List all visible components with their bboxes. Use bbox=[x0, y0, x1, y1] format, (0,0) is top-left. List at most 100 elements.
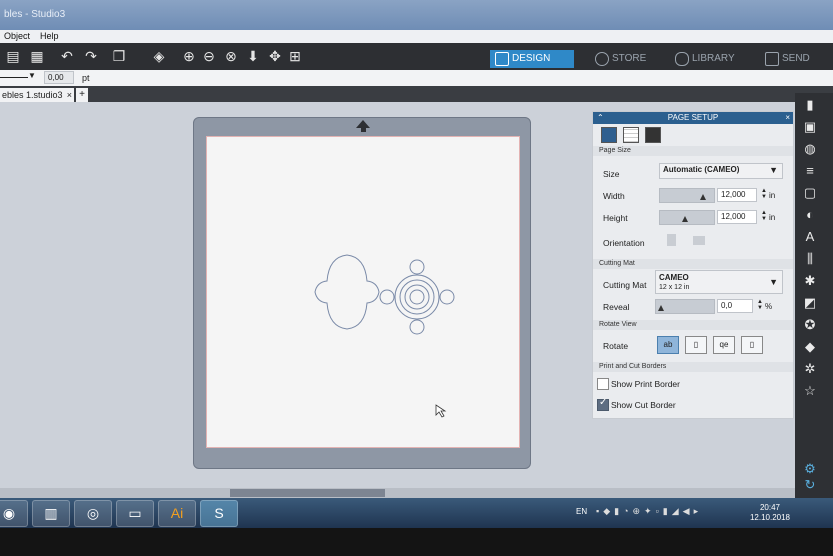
copy-icon[interactable]: ▤ bbox=[4, 47, 22, 65]
page-canvas[interactable] bbox=[206, 136, 520, 448]
shadow-icon[interactable]: ◐ bbox=[801, 207, 819, 223]
page-setup-tab-icon[interactable] bbox=[601, 127, 617, 143]
undo-icon[interactable]: ↶ bbox=[58, 47, 76, 65]
redo-icon[interactable]: ↷ bbox=[82, 47, 100, 65]
text-style-icon[interactable]: A bbox=[801, 229, 819, 245]
add-page-icon[interactable]: ⊞ bbox=[286, 47, 304, 65]
line-style-bar: ▼ 0,00 pt bbox=[0, 70, 833, 86]
cutting-mat bbox=[193, 117, 531, 469]
gear-icon[interactable]: ⚙ bbox=[801, 461, 819, 477]
height-slider[interactable] bbox=[659, 210, 715, 225]
size-select[interactable]: Automatic (CAMEO) ▼ bbox=[659, 163, 783, 179]
ring-inner bbox=[409, 289, 425, 305]
collapse-icon[interactable]: ⌃ bbox=[597, 112, 604, 124]
stepper-icon[interactable]: ▲ ▼ bbox=[761, 210, 767, 222]
cutting-mat-select[interactable]: CAMEO 12 x 12 in ▼ bbox=[655, 270, 783, 294]
close-icon[interactable]: × bbox=[67, 88, 72, 102]
close-icon[interactable]: × bbox=[785, 112, 790, 124]
reveal-input[interactable]: 0,0 bbox=[717, 299, 753, 313]
stepper-icon[interactable]: ▲ ▼ bbox=[757, 299, 763, 311]
cutting-mat-value: CAMEO bbox=[659, 273, 689, 282]
horizontal-scroll-thumb[interactable] bbox=[230, 489, 385, 497]
move-icon[interactable]: ✥ bbox=[266, 47, 284, 65]
tray-icons[interactable]: ▪◆▮◔⊕✦▫▮◢◀▸ bbox=[596, 506, 702, 517]
section-cutting-mat: Cutting Mat bbox=[593, 259, 793, 269]
landscape-icon[interactable] bbox=[693, 236, 705, 245]
rotate-0-icon[interactable]: ab bbox=[657, 336, 679, 354]
fill-color-icon[interactable]: ◍ bbox=[801, 141, 819, 157]
clock[interactable]: 20:47 12.10.2018 bbox=[748, 503, 792, 523]
line-width-input[interactable]: 0,00 bbox=[44, 71, 74, 84]
mat-tab-icon[interactable] bbox=[645, 127, 661, 143]
menu-bar: Object Help bbox=[0, 30, 833, 43]
sparkle-icon[interactable]: ✲ bbox=[801, 361, 819, 377]
clock-date: 12.10.2018 bbox=[749, 513, 791, 522]
chrome-icon[interactable]: ◎ bbox=[74, 500, 112, 527]
zoom-out-icon[interactable]: ⊖ bbox=[200, 47, 218, 65]
height-input[interactable]: 12,000 bbox=[717, 210, 757, 224]
group-icon[interactable]: ❐ bbox=[110, 47, 128, 65]
illustrator-icon[interactable]: Ai bbox=[158, 500, 196, 527]
tab-design[interactable]: DESIGN bbox=[490, 50, 574, 68]
silhouette-studio-icon[interactable]: S bbox=[200, 500, 238, 527]
width-input[interactable]: 12,000 bbox=[717, 188, 757, 202]
ungroup-icon[interactable]: ◈ bbox=[150, 47, 168, 65]
height-slider-knob[interactable] bbox=[682, 216, 688, 222]
align-icon[interactable]: ⫼ bbox=[801, 251, 819, 267]
offset-icon[interactable]: ✪ bbox=[801, 317, 819, 333]
line-preview bbox=[0, 77, 28, 78]
registration-icon[interactable]: ▣ bbox=[801, 119, 819, 135]
add-tab-button[interactable]: + bbox=[76, 88, 88, 102]
document-tab-label: ebles 1.studio3 bbox=[2, 90, 63, 100]
height-unit: in bbox=[769, 213, 776, 222]
store-icon bbox=[595, 52, 609, 66]
chevron-down-icon[interactable]: ▼ bbox=[28, 71, 36, 80]
grid-tab-icon[interactable] bbox=[623, 127, 639, 143]
trace-icon[interactable]: ◆ bbox=[801, 339, 819, 355]
windows-taskbar: ◉ ▥ ◎ ▭ Ai S EN ▪◆▮◔⊕✦▫▮◢◀▸ 20:47 12.10.… bbox=[0, 498, 833, 528]
zoom-in-icon[interactable]: ⊕ bbox=[180, 47, 198, 65]
print-border-checkbox[interactable] bbox=[597, 378, 609, 390]
mouse-cursor-icon bbox=[435, 404, 447, 418]
rotate-180-icon[interactable]: qe bbox=[713, 336, 735, 354]
width-slider[interactable] bbox=[659, 188, 715, 203]
design-icon bbox=[495, 52, 509, 66]
horizontal-scrollbar[interactable] bbox=[0, 488, 795, 498]
clipboard-icon[interactable]: ▦ bbox=[28, 47, 46, 65]
replicate-icon[interactable]: ✱ bbox=[801, 273, 819, 289]
tab-send[interactable]: SEND bbox=[760, 50, 832, 68]
image-icon[interactable]: ▢ bbox=[801, 185, 819, 201]
size-label: Size bbox=[603, 169, 620, 179]
portrait-icon[interactable] bbox=[667, 234, 676, 246]
star-icon[interactable]: ☆ bbox=[801, 383, 819, 399]
cut-border-checkbox[interactable] bbox=[597, 397, 609, 411]
panel-title: PAGE SETUP bbox=[667, 113, 719, 122]
stepper-icon[interactable]: ▲ ▼ bbox=[761, 188, 767, 200]
move-down-icon[interactable]: ⬇ bbox=[244, 47, 262, 65]
chevron-down-icon: ▼ bbox=[769, 165, 778, 175]
page-setup-icon[interactable]: ▮ bbox=[801, 97, 819, 113]
width-unit: in bbox=[769, 191, 776, 200]
section-page-size: Page Size bbox=[593, 146, 793, 156]
reveal-slider[interactable] bbox=[655, 299, 715, 314]
cutting-mat-label: Cutting Mat bbox=[603, 280, 647, 290]
tab-store[interactable]: STORE bbox=[590, 50, 667, 68]
rotate-270-icon[interactable]: ▯ bbox=[741, 336, 763, 354]
orientation-label: Orientation bbox=[603, 238, 645, 248]
tab-library[interactable]: LIBRARY bbox=[670, 50, 756, 68]
start-icon[interactable]: ◉ bbox=[0, 500, 28, 527]
refresh-icon[interactable]: ↻ bbox=[801, 477, 819, 493]
modify-icon[interactable]: ◩ bbox=[801, 295, 819, 311]
menu-help[interactable]: Help bbox=[40, 31, 59, 41]
rotate-90-icon[interactable]: ▯ bbox=[685, 336, 707, 354]
explorer-icon[interactable]: ▥ bbox=[32, 500, 70, 527]
width-slider-knob[interactable] bbox=[700, 194, 706, 200]
reveal-slider-knob[interactable] bbox=[658, 305, 664, 311]
line-style-icon[interactable]: ≡ bbox=[801, 163, 819, 179]
tab-left bbox=[379, 289, 395, 305]
menu-object[interactable]: Object bbox=[4, 31, 30, 41]
document-tab[interactable]: ebles 1.studio3 × bbox=[0, 88, 74, 102]
zoom-fit-icon[interactable]: ⊗ bbox=[222, 47, 240, 65]
language-indicator[interactable]: EN bbox=[576, 507, 587, 516]
folder-icon[interactable]: ▭ bbox=[116, 500, 154, 527]
